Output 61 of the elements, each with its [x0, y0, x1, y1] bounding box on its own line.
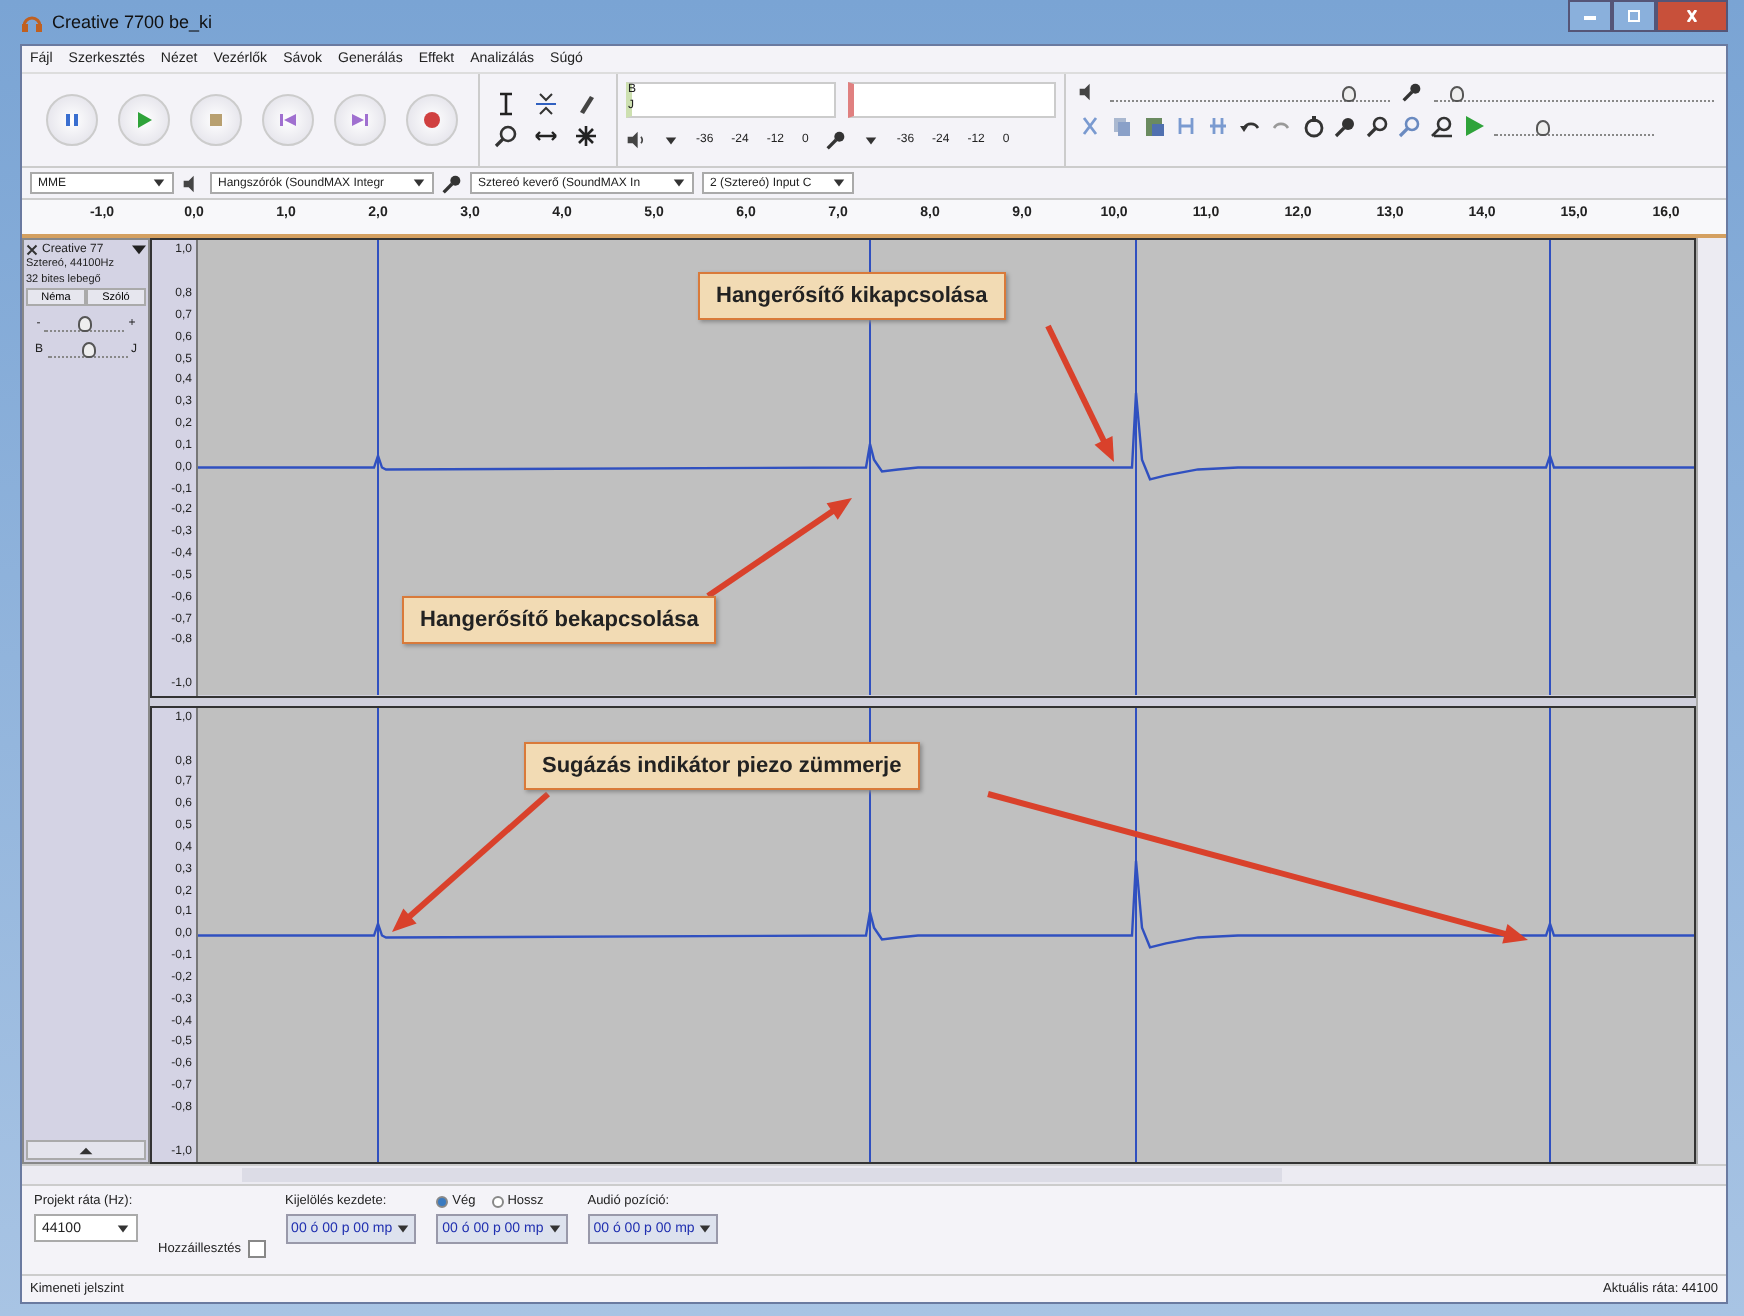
zoom-out-icon[interactable]: [1366, 114, 1390, 138]
pause-icon: [60, 108, 84, 132]
play-icon: [132, 108, 156, 132]
trim-icon[interactable]: [1174, 114, 1198, 138]
close-icon: [1682, 10, 1702, 22]
headphones-icon: [20, 10, 44, 34]
microphone-icon: [442, 173, 462, 193]
fit-project-icon[interactable]: [1430, 114, 1454, 138]
speaker-icon[interactable]: [626, 130, 646, 150]
dropdown-icon[interactable]: [864, 133, 879, 147]
speed-slider[interactable]: [1494, 117, 1654, 135]
skip-to-end-button[interactable]: [334, 94, 386, 146]
close-button[interactable]: [1656, 0, 1728, 32]
zoom-in-icon[interactable]: [1334, 114, 1358, 138]
pause-button[interactable]: [46, 94, 98, 146]
caret-icon: [412, 176, 426, 190]
paste-icon[interactable]: [1142, 114, 1166, 138]
play-at-speed-icon[interactable]: [1462, 114, 1486, 138]
arrow: [1045, 324, 1114, 462]
close-icon[interactable]: [26, 243, 38, 255]
callout-label: Hangerősítő bekapcsolása: [402, 596, 717, 644]
fit-selection-icon[interactable]: [1398, 114, 1422, 138]
record-button[interactable]: [406, 94, 458, 146]
sync-lock-icon[interactable]: [1302, 114, 1326, 138]
cut-icon[interactable]: [1078, 114, 1102, 138]
multi-tool-icon[interactable]: [572, 122, 600, 150]
dropdown-icon[interactable]: [664, 133, 678, 147]
dropdown-icon[interactable]: [132, 242, 146, 256]
zoom-tool-icon[interactable]: [492, 122, 520, 150]
gain-slider[interactable]: [44, 314, 125, 332]
maximize-button[interactable]: [1612, 0, 1656, 32]
microphone-icon: [1402, 82, 1422, 102]
record-icon: [420, 108, 444, 132]
silence-icon[interactable]: [1206, 114, 1230, 138]
envelope-tool-icon[interactable]: [532, 90, 560, 118]
caret-icon: [396, 1222, 411, 1236]
horizontal-scrollbar[interactable]: [22, 1164, 1726, 1184]
callout-label: Hangerősítő kikapcsolása: [698, 272, 1006, 320]
window-title: Creative 7700 be_ki: [52, 12, 213, 32]
caret-icon: [78, 1145, 94, 1155]
vertical-scrollbar[interactable]: [1696, 238, 1726, 1164]
caret-icon: [832, 176, 846, 190]
minimize-button[interactable]: [1568, 0, 1612, 32]
skip-to-start-icon: [276, 108, 300, 132]
caret-icon: [116, 1221, 130, 1235]
skip-to-start-button[interactable]: [262, 94, 314, 146]
caret-icon: [672, 176, 686, 190]
play-button[interactable]: [118, 94, 170, 146]
snap-checkbox[interactable]: [247, 1240, 266, 1258]
minimize-icon: [1580, 10, 1600, 22]
output-volume-slider[interactable]: [1110, 83, 1390, 101]
caret-icon: [547, 1222, 562, 1236]
callout-label: Sugázás indikátor piezo zümmerje: [524, 742, 920, 790]
caret-icon: [698, 1222, 713, 1236]
input-volume-slider[interactable]: [1434, 83, 1714, 101]
maximize-icon: [1624, 10, 1644, 22]
stop-icon: [204, 108, 228, 132]
caret-icon: [152, 176, 166, 190]
skip-to-end-icon: [348, 108, 372, 132]
pan-slider[interactable]: [47, 340, 127, 358]
microphone-icon[interactable]: [826, 130, 847, 150]
